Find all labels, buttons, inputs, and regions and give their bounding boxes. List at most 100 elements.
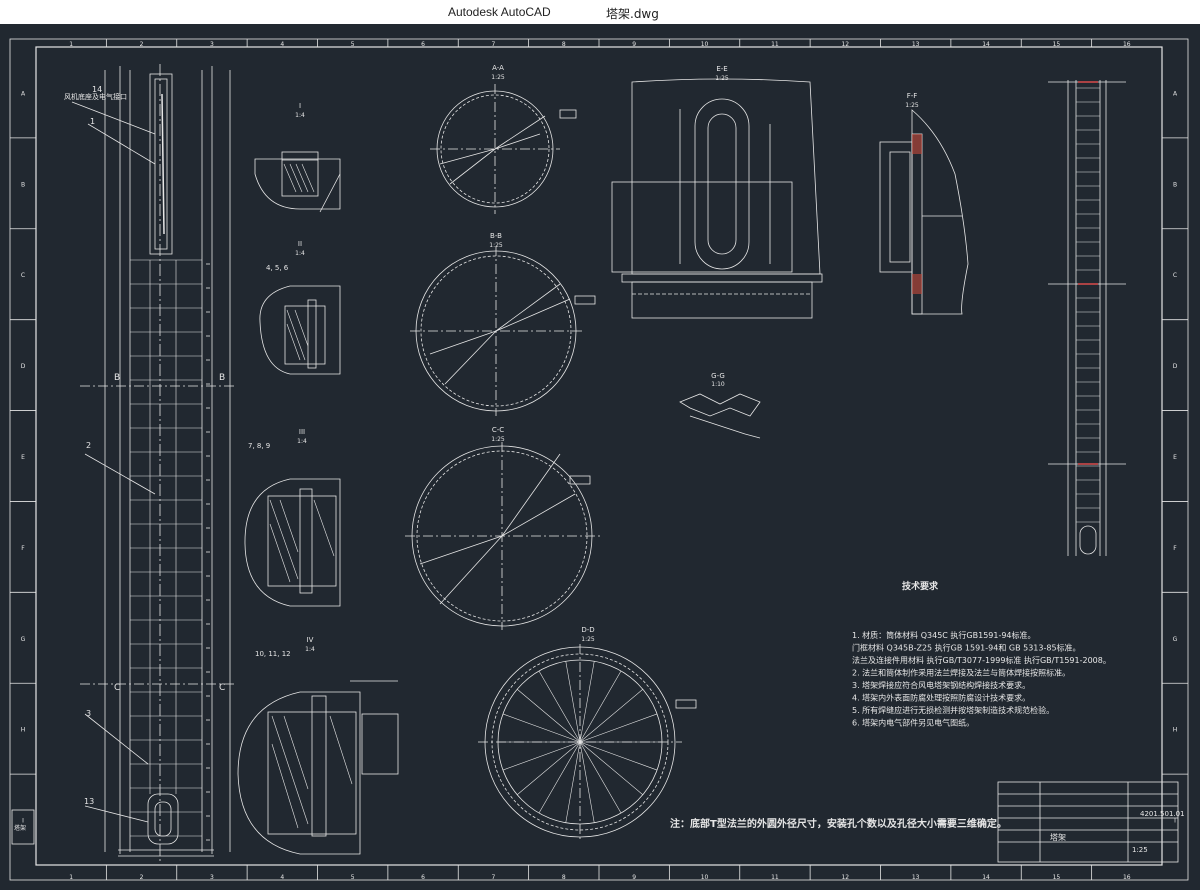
section-c-c-label: C-C [492,426,504,434]
tech-requirement-line: 4. 塔架内外表面防腐处理按照防腐设计技术要求。 [852,693,1030,703]
zone-col-label: 11 [771,41,779,48]
tech-requirement-line: 5. 所有焊缝应进行无损检测并按塔架制造技术规范检验。 [852,705,1054,715]
drawing-scale: 1:25 [1132,846,1148,854]
view-e-e-scale: 1:25 [715,75,729,82]
zone-row-label: G [1173,636,1178,643]
zone-col-label: 6 [421,41,425,48]
section-a-a-label: A-A [492,64,504,72]
drawing-number: 4201.501.01 [1140,810,1185,818]
zone-row-label: B [21,181,25,188]
view-iii-label: III [299,428,305,436]
bolt-label-456: 4, 5, 6 [266,264,289,272]
zone-row-label: E [21,454,25,461]
section-c-c [405,442,600,630]
zone-col-label: 5 [351,41,355,48]
zone-col-label: 11 [771,874,779,881]
view-iii-scale: 1:4 [297,438,307,445]
detail-view-iii [244,478,341,607]
section-a-a-scale: 1:25 [491,74,505,81]
zone-row-label: E [1173,454,1177,461]
zone-col-label: 14 [982,874,990,881]
callout-1: 1 [90,117,95,126]
drawing-name: 塔架 [1050,832,1066,842]
zone-col-label: 12 [841,874,849,881]
zone-col-label: 8 [562,874,566,881]
zone-col-label: 7 [492,41,496,48]
bolt-label-789: 7, 8, 9 [248,442,270,450]
section-mark-c-left: C [114,683,120,693]
outer-border [9,38,1189,881]
zone-row-label: C [1173,272,1177,279]
zone-col-label: 4 [280,41,284,48]
zone-col-label: 13 [912,874,920,881]
zone-col-label: 1 [69,874,73,881]
zone-col-label: 10 [701,874,709,881]
zone-col-label: 15 [1053,41,1061,48]
bolt-hole-radial [516,741,581,795]
tech-requirement-line: 法兰及连接件用材料 执行GB/T3077-1999标准 执行GB/T1591-2… [852,655,1111,665]
view-iv-scale: 1:4 [305,646,315,653]
door-view-e-e [611,78,823,319]
detail-view-i [254,151,341,213]
section-mark-c-right: C [219,683,225,693]
zone-col-label: 9 [632,41,636,48]
callout-3: 3 [86,709,91,718]
zone-col-label: 14 [982,41,990,48]
detail-view-iv [237,680,399,855]
ladder-elevation [1048,80,1126,556]
tech-requirement-line: 门框材料 Q345B-Z25 执行GB 1591-94和 GB 5313-85标… [852,643,1081,653]
zone-row-label: D [1173,363,1178,370]
section-d-d [478,644,697,840]
tech-requirements: 1. 材质：筒体材料 Q345C 执行GB1591-94标准。 门框材料 Q34… [852,630,1111,728]
section-d-d-scale: 1:25 [581,636,595,643]
bolt-hole-radial [579,741,658,771]
section-d-d-label: D-D [581,626,594,634]
zone-row-label: B [1173,181,1177,188]
zone-col-label: 9 [632,874,636,881]
bolt-hole-radial [579,713,658,743]
bolt-hole-radial [502,713,581,743]
red-markers [1078,81,1098,465]
zone-col-label: 2 [140,874,144,881]
door-view-f-f [879,109,969,315]
callout-13: 13 [84,797,94,806]
view-g-g-scale: 1:10 [711,381,725,388]
zone-markers: 1122334455667788991010111112121313141415… [10,39,1188,881]
callout-14: 14 [92,85,102,94]
zone-col-label: 1 [69,41,73,48]
window-title-bar: Autodesk AutoCAD 塔架.dwg [0,0,1200,24]
bolt-hole-radial [502,741,581,771]
bolt-hole-radial [579,741,644,795]
zone-row-label: D [21,363,26,370]
zone-row-label: G [21,636,26,643]
section-b-b-label: B-B [490,232,502,240]
view-iv-label: IV [307,636,314,644]
zone-row-label: H [1173,727,1178,734]
section-b-b-scale: 1:25 [489,242,503,249]
view-i-scale: 1:4 [295,112,305,119]
section-a-a [430,84,577,214]
tech-requirement-line: 6. 塔架内电气部件另见电气图纸。 [852,718,974,728]
bolt-hole-radial [579,689,644,743]
bolt-hole-radial [516,689,581,743]
zone-row-label: I [1174,818,1176,825]
callout-2: 2 [86,441,91,450]
zone-col-label: 15 [1053,874,1061,881]
title-block [997,781,1179,863]
zone-col-label: 5 [351,874,355,881]
zone-row-label: F [1173,545,1177,552]
zone-row-label: C [21,272,25,279]
view-i-label: I [299,102,301,110]
drawing-canvas[interactable]: 1 1 2 2 3 3 4 4 5 5 6 6 7 7 8 8 9 9 10 10 11 11 12 12 13 13 14 14 15… [0,24,1200,885]
view-ii-scale: 1:4 [295,250,305,257]
zone-row-label: H [21,727,26,734]
zone-row-label: A [1173,90,1178,97]
zone-row-label: F [21,545,25,552]
left-stamp: 塔架 [14,824,26,832]
zone-col-label: 10 [701,41,709,48]
view-g-g-label: G-G [711,372,725,380]
bolt-label-101112: 10, 11, 12 [255,650,291,658]
detail-view-ii [259,285,341,375]
section-b-b [410,246,596,416]
cad-drawing[interactable]: 1122334455667788991010111112121313141415… [0,24,1200,885]
